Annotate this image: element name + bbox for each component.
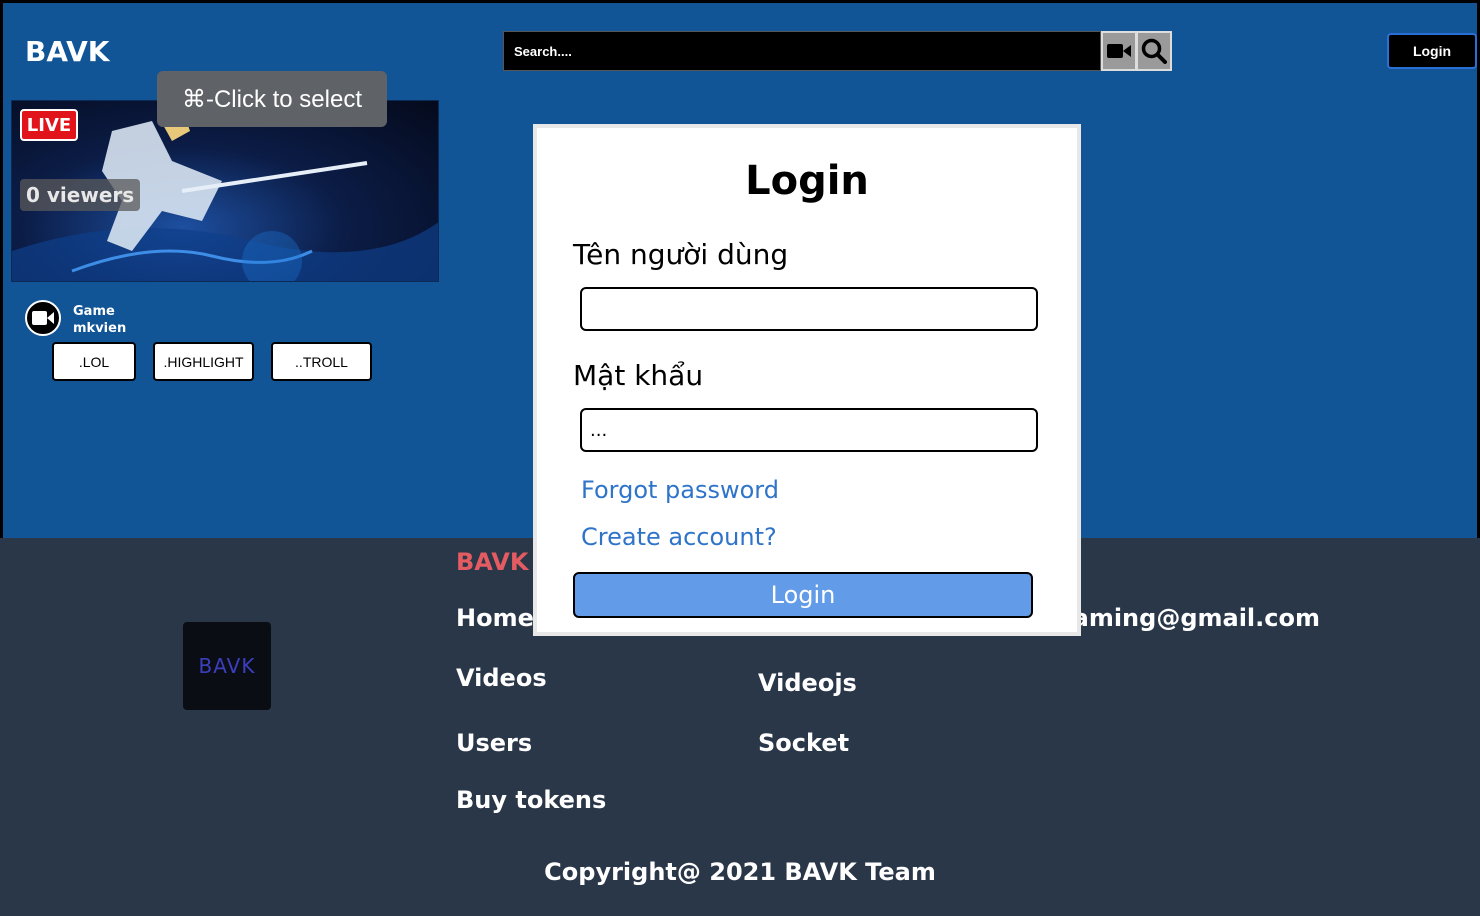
select-tooltip: ⌘-Click to select xyxy=(157,71,387,127)
username-label: Tên người dùng xyxy=(573,238,789,271)
brand-logo[interactable]: BAVK xyxy=(25,35,109,68)
channel-meta: Game mkvien xyxy=(73,303,126,337)
search-input[interactable] xyxy=(503,31,1101,71)
header-login-button[interactable]: Login xyxy=(1387,33,1477,69)
search-button[interactable] xyxy=(1136,31,1172,71)
footer-email-text: eaming@gmail.com xyxy=(1060,604,1320,632)
copyright: Copyright@ 2021 BAVK Team xyxy=(544,858,936,886)
login-submit-button[interactable]: Login xyxy=(573,572,1033,618)
footer-heading: BAVK xyxy=(456,548,529,576)
footer-link-videojs[interactable]: Videojs xyxy=(758,669,857,697)
footer-link-videos[interactable]: Videos xyxy=(456,664,547,692)
footer-logo: BAVK xyxy=(183,622,271,710)
viewer-count: 0 viewers xyxy=(20,179,141,211)
footer-email[interactable]: eaming@gmail.com xyxy=(1060,604,1320,632)
tag-lol[interactable]: .LOL xyxy=(52,342,136,381)
magnifier-icon xyxy=(1141,38,1167,64)
tag-troll[interactable]: ..TROLL xyxy=(271,342,372,381)
password-label: Mật khẩu xyxy=(573,359,704,392)
streamer-name[interactable]: mkvien xyxy=(73,320,126,337)
video-camera-icon xyxy=(32,311,54,325)
video-camera-icon xyxy=(1107,44,1131,58)
stream-category: Game xyxy=(73,304,115,319)
password-input[interactable] xyxy=(580,408,1038,452)
channel-avatar[interactable] xyxy=(25,300,61,336)
forgot-password-link[interactable]: Forgot password xyxy=(581,476,779,504)
footer-link-users[interactable]: Users xyxy=(456,729,532,757)
go-live-button[interactable] xyxy=(1101,31,1137,71)
login-modal: Login Tên người dùng Mật khẩu Forgot pas… xyxy=(533,124,1081,636)
footer-link-socket[interactable]: Socket xyxy=(758,729,849,757)
create-account-link[interactable]: Create account? xyxy=(581,523,777,551)
modal-title: Login xyxy=(745,158,869,204)
live-badge: LIVE xyxy=(20,109,78,141)
stream-thumbnail[interactable]: LIVE 0 viewers xyxy=(11,100,439,282)
username-input[interactable] xyxy=(580,287,1038,331)
tag-highlight[interactable]: .HIGHLIGHT xyxy=(153,342,254,381)
footer-link-buy-tokens[interactable]: Buy tokens xyxy=(456,786,606,814)
footer-link-home[interactable]: Home xyxy=(456,604,534,632)
